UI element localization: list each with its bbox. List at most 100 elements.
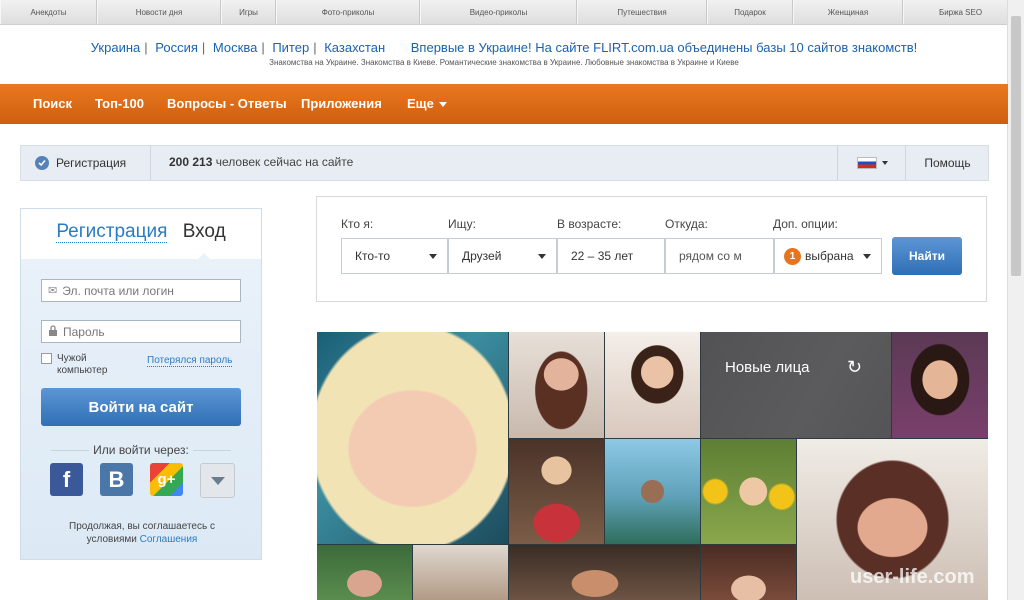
online-counter: 200 213 человек сейчас на сайте: [169, 155, 353, 169]
facebook-label: f: [62, 466, 71, 492]
chevron-down-icon: [210, 476, 225, 485]
chevron-down-icon: [538, 254, 546, 259]
top-link-news[interactable]: Новости дня: [97, 0, 221, 24]
find-button[interactable]: Найти: [892, 237, 962, 275]
google-label: g+: [157, 471, 176, 488]
top-link-photo-fun[interactable]: Фото-приколы: [276, 0, 420, 24]
age-value: 22 – 35 лет: [571, 249, 634, 263]
header-countries: Украина | Россия | Москва | Питер | Казахста…: [90, 40, 918, 55]
profile-photo[interactable]: [509, 439, 604, 544]
help-link[interactable]: Помощь: [905, 146, 989, 180]
seek-value: Друзей: [462, 249, 502, 263]
status-registration-label: Регистрация: [56, 156, 127, 170]
envelope-icon: ✉: [48, 285, 58, 297]
new-faces-tile[interactable]: Новые лица ↻: [701, 332, 891, 438]
seek-select[interactable]: Друзей: [448, 238, 557, 274]
location-input[interactable]: рядом со м: [665, 238, 774, 274]
status-registration[interactable]: Регистрация: [21, 146, 151, 180]
page-scrollbar[interactable]: [1007, 0, 1024, 600]
who-label: Кто я:: [341, 217, 374, 231]
active-tab-pointer: [197, 253, 211, 260]
top-link-travel[interactable]: Путешествия: [577, 0, 707, 24]
profile-photo[interactable]: [509, 545, 700, 600]
main-nav: Поиск Топ-100 Вопросы - Ответы Приложени…: [0, 84, 1008, 124]
email-field[interactable]: ✉ Эл. почта или логин: [41, 279, 241, 302]
nav-more[interactable]: Еще: [407, 96, 447, 111]
nav-more-label: Еще: [407, 96, 434, 111]
country-link-ukraine[interactable]: Украина: [91, 40, 141, 55]
profile-photo[interactable]: [413, 545, 508, 600]
country-link-moscow[interactable]: Москва: [213, 40, 257, 55]
chevron-down-icon: [881, 161, 888, 165]
top-links-bar: Анекдоты Новости дня Игры Фото-приколы В…: [0, 0, 1018, 25]
remember-checkbox[interactable]: Чужой компьютер: [41, 353, 119, 377]
divider-right: [193, 450, 231, 451]
forgot-password-link[interactable]: Потерялся пароль: [147, 355, 233, 367]
age-label: В возрасте:: [557, 217, 622, 231]
status-bar: Регистрация 200 213 человек сейчас на са…: [20, 145, 989, 181]
login-button[interactable]: Войти на сайт: [41, 388, 241, 426]
country-link-russia[interactable]: Россия: [155, 40, 198, 55]
top-link-seo[interactable]: Биржа SEO: [903, 0, 1018, 24]
location-value: рядом со м: [679, 249, 742, 263]
more-social-button[interactable]: [200, 463, 235, 498]
nav-apps[interactable]: Приложения: [301, 96, 382, 111]
nav-qa[interactable]: Вопросы - Ответы: [167, 96, 287, 111]
google-plus-icon[interactable]: g+: [150, 463, 183, 496]
russian-flag-icon: [856, 157, 877, 169]
chevron-down-icon: [429, 254, 437, 259]
language-selector[interactable]: [837, 146, 906, 180]
nav-top100[interactable]: Топ-100: [95, 96, 144, 111]
profile-photo[interactable]: [701, 439, 796, 544]
top-link-video-fun[interactable]: Видео-приколы: [420, 0, 577, 24]
top-link-games[interactable]: Игры: [221, 0, 276, 24]
terms-text: Продолжая, вы соглашаетесь с условиями С…: [51, 520, 233, 546]
vkontakte-label: B: [108, 466, 125, 492]
chevron-down-icon: [863, 254, 871, 259]
options-label: Доп. опции:: [773, 217, 838, 231]
age-range-input[interactable]: 22 – 35 лет: [557, 238, 665, 274]
profile-photo[interactable]: [509, 332, 604, 438]
facebook-icon[interactable]: f: [50, 463, 83, 496]
options-value: выбрана: [805, 249, 854, 263]
top-link-jokes[interactable]: Анекдоты: [0, 0, 97, 24]
password-field[interactable]: Пароль: [41, 320, 241, 343]
refresh-icon[interactable]: ↻: [847, 357, 862, 378]
online-count: 200 213: [169, 155, 213, 169]
profile-photo[interactable]: [892, 332, 988, 438]
login-panel: Регистрация Вход ✉ Эл. почта или логин П…: [20, 208, 262, 560]
tab-login[interactable]: Вход: [183, 221, 226, 242]
profile-photo[interactable]: [605, 439, 700, 544]
profile-photo[interactable]: [317, 332, 508, 544]
check-icon: [35, 156, 49, 170]
vkontakte-icon[interactable]: B: [100, 463, 133, 496]
who-select[interactable]: Кто-то: [341, 238, 448, 274]
chevron-down-icon: [438, 102, 447, 108]
password-placeholder: Пароль: [63, 324, 105, 339]
country-link-kazakhstan[interactable]: Казахстан: [324, 40, 385, 55]
top-link-women[interactable]: Женщиная: [793, 0, 903, 24]
terms-link[interactable]: Соглашения: [140, 534, 198, 545]
lock-icon: [48, 324, 58, 339]
tab-register[interactable]: Регистрация: [56, 221, 168, 243]
checkbox-box[interactable]: [41, 353, 52, 364]
profile-photo[interactable]: [605, 332, 700, 438]
scrollbar-thumb[interactable]: [1011, 16, 1021, 276]
options-count-badge: 1: [784, 247, 801, 265]
login-tabs: Регистрация Вход: [21, 221, 261, 243]
nav-search[interactable]: Поиск: [33, 96, 72, 111]
watermark: user-life.com: [850, 566, 975, 588]
promo-text[interactable]: Впервые в Украине! На сайте FLIRT.com.ua…: [411, 40, 917, 55]
search-panel: Кто я: Ищу: В возрасте: Откуда: Доп. опц…: [316, 196, 987, 302]
who-value: Кто-то: [355, 249, 391, 263]
profile-photo[interactable]: [317, 545, 412, 600]
seek-label: Ищу:: [448, 217, 476, 231]
new-faces-label: Новые лица: [725, 359, 810, 376]
options-select[interactable]: 1 выбрана: [774, 238, 882, 274]
profile-photo[interactable]: [701, 545, 796, 600]
country-link-piter[interactable]: Питер: [272, 40, 309, 55]
email-placeholder: Эл. почта или логин: [62, 283, 174, 298]
remember-label: Чужой компьютер: [57, 353, 108, 376]
online-text: человек сейчас на сайте: [215, 155, 354, 169]
top-link-gift[interactable]: Подарок: [707, 0, 793, 24]
